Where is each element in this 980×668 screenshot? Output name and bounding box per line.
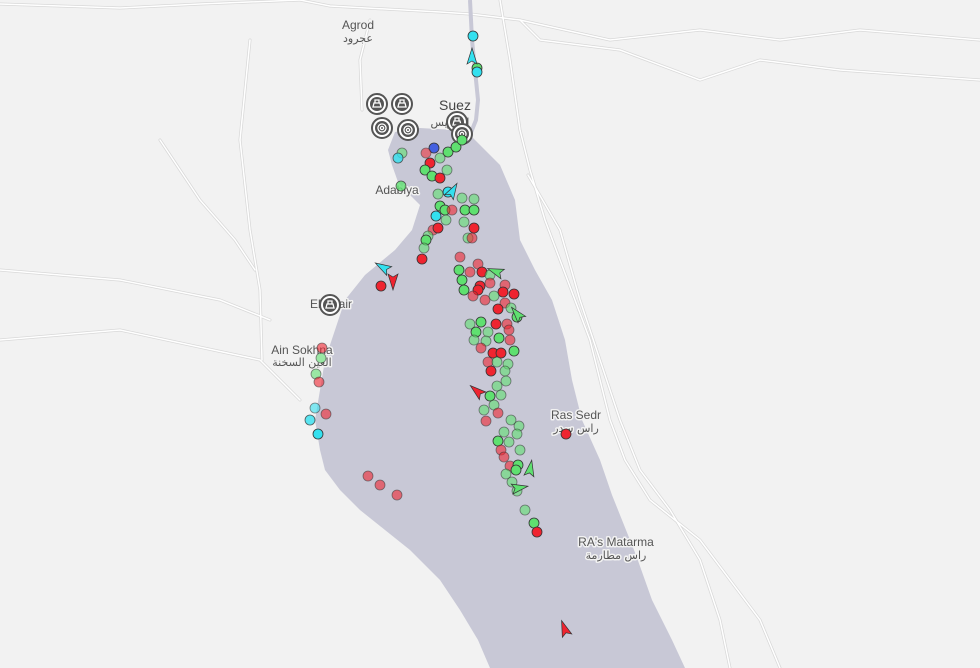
- vessel-green-marker[interactable]: [456, 274, 468, 286]
- vessel-green-marker[interactable]: [434, 152, 446, 164]
- label-agrod: Agrod: [342, 18, 374, 32]
- label-ras-sedr-ar: راس سدر: [552, 422, 599, 435]
- vessel-green-marker[interactable]: [488, 290, 500, 302]
- vessel-red-marker[interactable]: [420, 147, 432, 159]
- vessel-green-marker[interactable]: [492, 435, 504, 447]
- vessel-red-marker[interactable]: [316, 342, 328, 354]
- vessel-green-marker[interactable]: [315, 352, 327, 364]
- label-ras-matarma-ar: راس مطارمة: [586, 549, 647, 562]
- label-agrod-ar: عجرود: [343, 32, 373, 45]
- vessel-green-marker[interactable]: [500, 375, 512, 387]
- vessel-red-marker[interactable]: [504, 334, 516, 346]
- vessel-red-marker[interactable]: [454, 251, 466, 263]
- vessel-green-marker[interactable]: [432, 188, 444, 200]
- vessel-red-marker[interactable]: [503, 324, 515, 336]
- vessel-red-marker[interactable]: [484, 277, 496, 289]
- vessel-cyan-marker[interactable]: [309, 402, 321, 414]
- vessel-green-marker[interactable]: [456, 192, 468, 204]
- vessel-red-marker[interactable]: [490, 318, 502, 330]
- vessel-green-marker[interactable]: [484, 390, 496, 402]
- label-suez: Suez: [439, 97, 471, 113]
- vessel-red-marker[interactable]: [492, 407, 504, 419]
- vessel-green-marker[interactable]: [468, 334, 480, 346]
- vessel-red-marker[interactable]: [480, 415, 492, 427]
- vessel-red-marker[interactable]: [560, 428, 572, 440]
- vessel-red-marker[interactable]: [497, 286, 509, 298]
- vessel-red-marker[interactable]: [475, 342, 487, 354]
- label-ras-matarma: RA's Matarma: [578, 535, 654, 549]
- vessel-green-marker[interactable]: [456, 134, 468, 146]
- vessel-green-marker[interactable]: [519, 504, 531, 516]
- port-facility-icon[interactable]: [371, 117, 393, 139]
- vessel-green-marker[interactable]: [395, 180, 407, 192]
- vessel-green-marker[interactable]: [458, 284, 470, 296]
- port-icon[interactable]: [319, 294, 341, 316]
- vessel-red-marker[interactable]: [313, 376, 325, 388]
- vessel-cyan-marker[interactable]: [312, 428, 324, 440]
- vessel-red-marker[interactable]: [495, 347, 507, 359]
- vessel-green-marker[interactable]: [499, 365, 511, 377]
- vessel-green-marker[interactable]: [468, 193, 480, 205]
- vessel-green-marker[interactable]: [511, 428, 523, 440]
- vessel-red-marker[interactable]: [531, 526, 543, 538]
- vessel-red-marker[interactable]: [485, 365, 497, 377]
- vessel-red-marker[interactable]: [434, 172, 446, 184]
- vessel-green-marker[interactable]: [493, 332, 505, 344]
- vessel-green-marker[interactable]: [514, 444, 526, 456]
- vessel-red-marker[interactable]: [467, 290, 479, 302]
- vessel-green-marker[interactable]: [498, 426, 510, 438]
- vessel-green-marker[interactable]: [510, 464, 522, 476]
- vessel-red-marker[interactable]: [466, 232, 478, 244]
- vessel-red-marker[interactable]: [464, 266, 476, 278]
- vessel-red-marker[interactable]: [492, 303, 504, 315]
- vessel-red-marker[interactable]: [468, 222, 480, 234]
- map-viewport[interactable]: Agrod عجرود Suez السويس Adabiya El Khair…: [0, 0, 980, 668]
- vessel-cyan-marker[interactable]: [471, 66, 483, 78]
- vessel-green-marker[interactable]: [491, 356, 503, 368]
- vessel-cyan-marker[interactable]: [304, 414, 316, 426]
- vessel-cyan-marker[interactable]: [430, 210, 442, 222]
- vessel-red-marker[interactable]: [479, 294, 491, 306]
- vessel-red-marker[interactable]: [320, 408, 332, 420]
- vessel-cyan-marker[interactable]: [467, 30, 479, 42]
- vessel-red-marker[interactable]: [374, 479, 386, 491]
- vessel-green-marker[interactable]: [418, 242, 430, 254]
- port-icon[interactable]: [366, 93, 388, 115]
- vessel-red-marker[interactable]: [446, 204, 458, 216]
- vessel-green-marker[interactable]: [458, 216, 470, 228]
- vessel-red-marker[interactable]: [391, 489, 403, 501]
- vessel-red-marker[interactable]: [498, 451, 510, 463]
- vessel-red-marker[interactable]: [508, 288, 520, 300]
- label-ras-sedr: Ras Sedr: [551, 408, 601, 422]
- vessel-green-marker[interactable]: [468, 204, 480, 216]
- port-icon[interactable]: [391, 93, 413, 115]
- vessel-green-marker[interactable]: [528, 517, 540, 529]
- vessel-red-marker[interactable]: [416, 253, 428, 265]
- vessel-red-marker[interactable]: [432, 222, 444, 234]
- port-facility-icon[interactable]: [397, 119, 419, 141]
- vessel-green-marker[interactable]: [459, 204, 471, 216]
- vessel-green-marker[interactable]: [491, 380, 503, 392]
- vessel-green-marker[interactable]: [482, 326, 494, 338]
- vessel-cyan-marker[interactable]: [392, 152, 404, 164]
- vessel-green-marker[interactable]: [503, 436, 515, 448]
- vessel-green-marker[interactable]: [508, 345, 520, 357]
- vessel-green-marker[interactable]: [475, 316, 487, 328]
- vessel-green-marker[interactable]: [453, 264, 465, 276]
- vessel-green-marker[interactable]: [495, 389, 507, 401]
- vessel-red-marker[interactable]: [375, 280, 387, 292]
- vessel-red-marker[interactable]: [362, 470, 374, 482]
- vessel-red-marker[interactable]: [482, 356, 494, 368]
- vessel-green-marker[interactable]: [441, 164, 453, 176]
- vessel-green-marker[interactable]: [440, 214, 452, 226]
- vessel-green-marker[interactable]: [478, 404, 490, 416]
